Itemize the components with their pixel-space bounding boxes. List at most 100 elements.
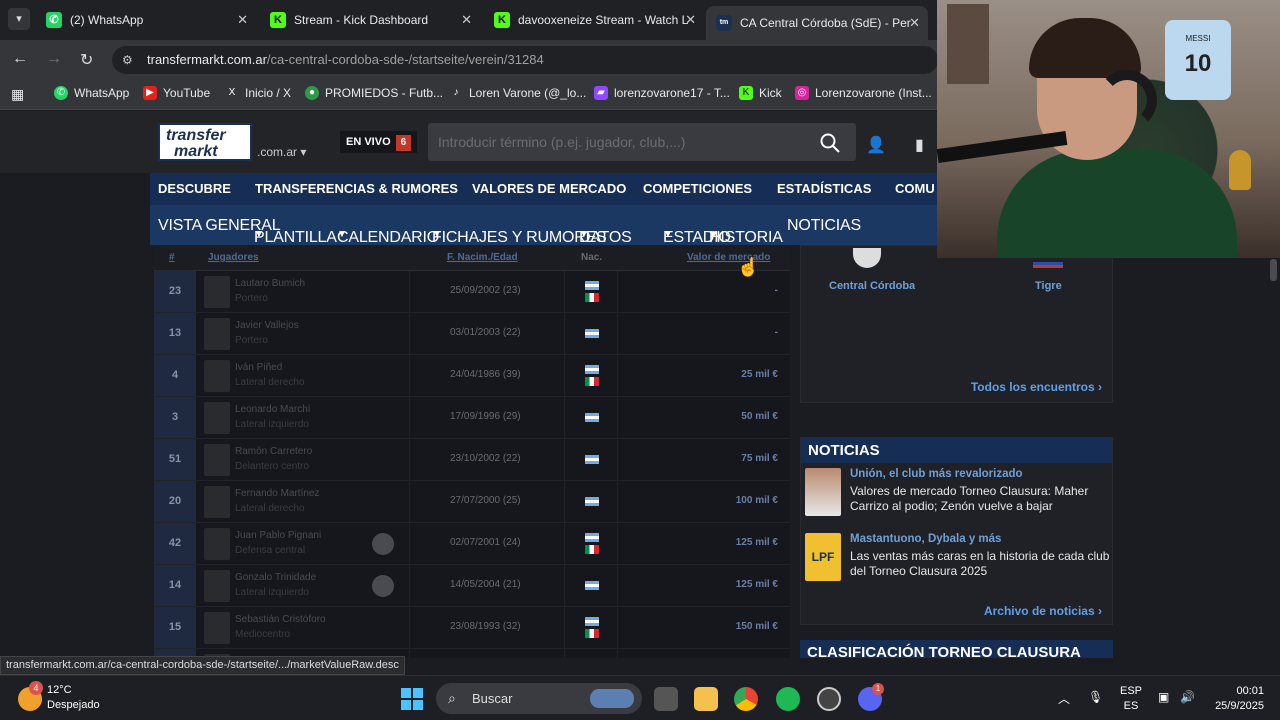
bookmark-whatsapp[interactable]: ✆ WhatsApp (54, 86, 129, 100)
url-domain: transfermarkt.com.ar (147, 52, 267, 67)
player-position: Mediocentro (235, 629, 291, 640)
player-name-link[interactable]: Ramón Carretero (235, 446, 312, 457)
user-icon[interactable]: 👤 (866, 135, 886, 155)
market-value-link[interactable]: 100 mil € (736, 495, 778, 506)
bookmark-tiktok[interactable]: ♪ Loren Varone (@_lo... (449, 86, 587, 100)
bookmark-kick[interactable]: K Kick (739, 86, 782, 100)
close-tab-icon[interactable]: ✕ (909, 15, 920, 31)
market-value-link[interactable]: 150 mil € (736, 621, 778, 632)
chrome-icon[interactable] (734, 687, 758, 711)
player-name-link[interactable]: Leonardo Marchi (235, 404, 310, 415)
market-value-link[interactable]: 125 mil € (736, 579, 778, 590)
forward-icon[interactable]: → (46, 50, 62, 68)
task-view-icon[interactable] (654, 687, 678, 711)
table-row[interactable]: 51 Ramón Carretero Delantero centro 23/10/2… (154, 439, 790, 481)
reload-icon[interactable]: ↻ (80, 50, 93, 70)
url-field[interactable]: ⚙ transfermarkt.com.ar/ca-central-cordob… (112, 46, 938, 74)
lang-code: ESP (1120, 685, 1143, 697)
market-value-link[interactable]: - (775, 285, 778, 296)
table-row[interactable]: 13 Javier Vallejos Portero 03/01/2003 (22) - (154, 313, 790, 355)
table-row[interactable]: 23 Lautaro Bumich Portero 25/09/2002 (23) - (154, 271, 790, 313)
search-label: Buscar (472, 691, 513, 706)
bookmark-twitch[interactable]: ▰ lorenzovarone17 - T... (594, 86, 730, 100)
all-matches-link[interactable]: Todos los encuentros › (971, 380, 1102, 394)
network-icon[interactable]: ▣ (1158, 690, 1169, 704)
market-value-link[interactable]: 50 mil € (741, 411, 778, 422)
game-launcher-icon[interactable] (817, 687, 841, 711)
site-info-icon[interactable]: ⚙ (122, 46, 133, 74)
bookmark-promiedos[interactable]: ● PROMIEDOS - Futb... (305, 86, 443, 100)
player-position: Lateral derecho (235, 377, 305, 388)
kick-icon: K (270, 12, 286, 28)
file-explorer-icon[interactable] (694, 687, 718, 711)
volume-icon[interactable]: 🔊 (1180, 690, 1195, 704)
player-name-link[interactable]: Sebastián Cristóforo (235, 614, 326, 625)
player-name-link[interactable]: Lautaro Bumich (235, 278, 305, 289)
close-tab-icon[interactable]: ✕ (237, 12, 248, 28)
market-value-link[interactable]: 125 mil € (736, 537, 778, 548)
news-item[interactable]: Unión, el club más revalorizado Valores … (801, 466, 1114, 524)
player-name-link[interactable]: Juan Pablo Pignani (235, 530, 321, 541)
page-scrollbar[interactable] (1270, 259, 1277, 281)
bookmark-youtube[interactable]: ▶ YouTube (143, 86, 210, 100)
spotify-icon[interactable] (776, 687, 800, 711)
system-clock[interactable]: 00:01 25/9/2025 (1206, 684, 1264, 714)
market-value-link[interactable]: - (775, 327, 778, 338)
back-icon[interactable]: ← (12, 50, 28, 68)
table-row[interactable]: 15 Sebastián Cristóforo Mediocentro 23/08/1… (154, 607, 790, 649)
table-row[interactable]: 42 Juan Pablo Pignani Defensa central 02/07… (154, 523, 790, 565)
table-row[interactable]: 20 Fernando Martínez Lateral derecho 27/07/… (154, 481, 790, 523)
news-item[interactable]: LPF Mastantuono, Dybala y más Las ventas… (801, 531, 1114, 589)
nav-valores[interactable]: VALORES DE MERCADO (472, 181, 626, 196)
tab-search-button[interactable]: ▾ (8, 8, 30, 30)
language-indicator[interactable]: ESP ES (1120, 684, 1142, 714)
player-name-link[interactable]: Fernando Martínez (235, 488, 320, 499)
country-selector[interactable]: .com.ar ▾ (257, 145, 306, 159)
argentina-flag-icon (585, 617, 599, 626)
news-archive-link[interactable]: Archivo de noticias › (984, 604, 1102, 618)
live-button[interactable]: EN VIVO 6 (340, 131, 418, 153)
tab-davooxeneize-stream[interactable]: K davooxeneize Stream - Watch L ✕ (484, 6, 704, 34)
table-row[interactable]: 3 Leonardo Marchi Lateral izquierdo 17/09/1… (154, 397, 790, 439)
sort-dob-header[interactable]: F. Nacim./Edad (447, 252, 518, 263)
nav-transferencias[interactable]: TRANSFERENCIAS & RUMORES (255, 181, 458, 196)
tab-whatsapp[interactable]: ✆ (2) WhatsApp ✕ (36, 6, 256, 34)
table-row[interactable]: 4 Iván Piñed Lateral derecho 24/04/1986 (39… (154, 355, 790, 397)
search-input[interactable]: Introducir término (p.ej. jugador, club,… (428, 123, 856, 161)
transfermarkt-logo[interactable]: transfer markt (158, 123, 252, 161)
sort-player-header[interactable]: Jugadores (208, 252, 259, 263)
chevron-down-icon: ▼ (663, 229, 673, 240)
player-name-link[interactable]: Javier Vallejos (235, 320, 299, 331)
table-row[interactable]: 14 Gonzalo Trinidade Lateral izquierdo 14/0… (154, 565, 790, 607)
tab-title: (2) WhatsApp (70, 13, 144, 27)
close-tab-icon[interactable]: ✕ (685, 12, 696, 28)
player-photo (204, 444, 230, 476)
apps-grid-icon[interactable]: ▦ (11, 86, 24, 103)
player-name-link[interactable]: Iván Piñed (235, 362, 282, 373)
bookmark-x[interactable]: X Inicio / X (225, 86, 291, 100)
home-club-link[interactable]: Central Córdoba (829, 280, 915, 292)
market-value-link[interactable]: 75 mil € (741, 453, 778, 464)
bookmark-label: Inicio / X (245, 86, 292, 100)
player-name-link[interactable]: Gonzalo Trinidade (235, 572, 316, 583)
news-panel: NOTICIAS Unión, el club más revalorizado… (800, 437, 1113, 625)
nav-competiciones[interactable]: COMPETICIONES (643, 181, 752, 196)
tray-overflow-icon[interactable]: ︿ (1058, 690, 1070, 707)
windows-start-icon[interactable] (400, 687, 424, 711)
tab-transfermarkt[interactable]: tm CA Central Córdoba (SdE) - Per ✕ (706, 6, 928, 40)
taskbar-search[interactable]: ⌕ Buscar (436, 683, 642, 714)
bookmark-instagram[interactable]: ◎ Lorenzovarone (Inst... (795, 86, 932, 100)
market-value-link[interactable]: 25 mil € (741, 369, 778, 380)
microphone-icon[interactable]: 🎙 (1088, 690, 1103, 704)
nav-comunidad[interactable]: COMU (895, 181, 935, 196)
subnav-noticias[interactable]: NOTICIAS (787, 217, 861, 235)
search-icon[interactable] (820, 133, 840, 153)
nav-descubre[interactable]: DESCUBRE (158, 181, 231, 196)
sort-number-header[interactable]: # (169, 252, 175, 263)
nav-estadisticas[interactable]: ESTADÍSTICAS (777, 181, 871, 196)
close-tab-icon[interactable]: ✕ (461, 12, 472, 28)
tab-title: CA Central Córdoba (SdE) - Per (740, 16, 911, 30)
away-club-link[interactable]: Tigre (1035, 280, 1062, 292)
tab-kick-dashboard[interactable]: K Stream - Kick Dashboard ✕ (260, 6, 480, 34)
bookmark-icon[interactable]: ▮ (915, 135, 924, 155)
